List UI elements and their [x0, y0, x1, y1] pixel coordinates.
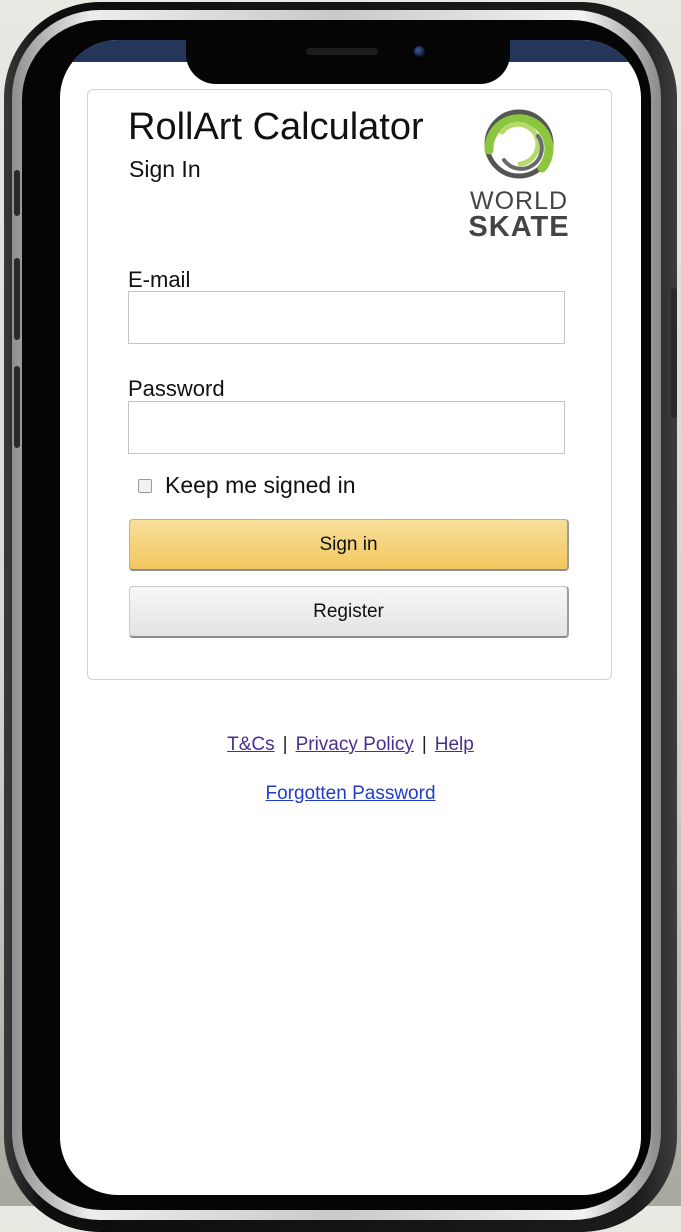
- page-subtitle: Sign In: [129, 156, 201, 182]
- keep-signed-in-label[interactable]: Keep me signed in: [165, 472, 356, 499]
- world-skate-logo: WORLD SKATE: [464, 102, 574, 244]
- email-field[interactable]: [128, 291, 565, 344]
- separator: |: [282, 734, 288, 755]
- phone-screen: RollArt Calculator Sign In WORLD SKATE E…: [60, 40, 641, 1195]
- keep-signed-in-checkbox[interactable]: [138, 479, 152, 493]
- login-card: RollArt Calculator Sign In WORLD SKATE E…: [87, 89, 612, 680]
- terms-link[interactable]: T&Cs: [227, 734, 275, 755]
- power-button: [671, 288, 677, 418]
- mute-switch: [14, 170, 20, 216]
- forgot-password-row: Forgotten Password: [60, 783, 641, 805]
- forgotten-password-link[interactable]: Forgotten Password: [265, 783, 435, 804]
- volume-up-button: [14, 258, 20, 340]
- front-camera-icon: [414, 46, 425, 57]
- register-button[interactable]: Register: [129, 586, 569, 638]
- logo-rings-icon: [484, 109, 554, 179]
- help-link[interactable]: Help: [435, 734, 474, 755]
- notch: [186, 40, 510, 84]
- volume-down-button: [14, 366, 20, 448]
- email-label: E-mail: [128, 267, 191, 292]
- password-field[interactable]: [128, 401, 565, 454]
- separator: |: [421, 734, 427, 755]
- speaker-grille: [306, 48, 378, 55]
- password-label: Password: [128, 376, 225, 401]
- footer-links: T&Cs | Privacy Policy | Help: [60, 734, 641, 756]
- privacy-policy-link[interactable]: Privacy Policy: [296, 734, 414, 755]
- app-title: RollArt Calculator: [128, 106, 424, 148]
- logo-text-skate: SKATE: [468, 211, 570, 243]
- sign-in-button[interactable]: Sign in: [129, 519, 569, 571]
